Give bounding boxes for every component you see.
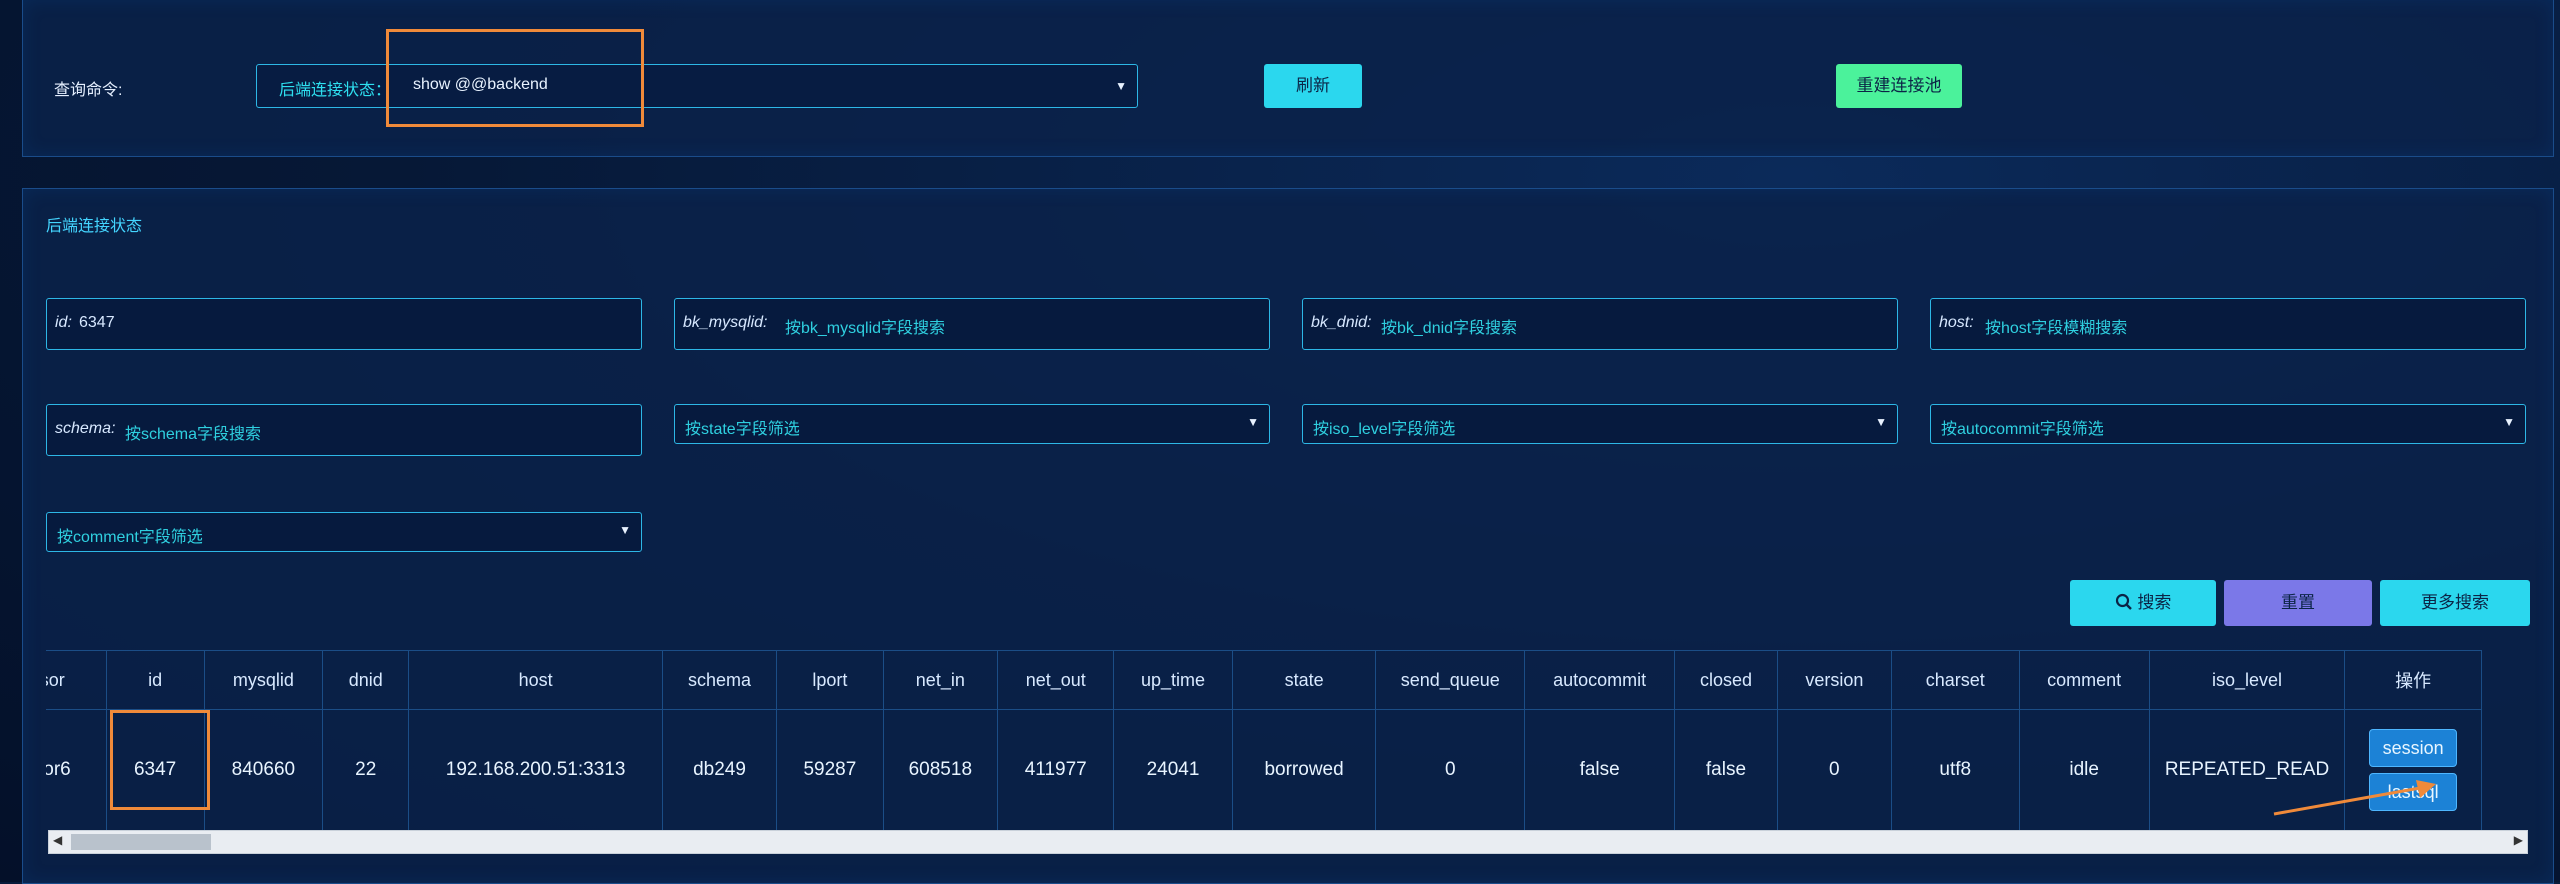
chevron-down-icon: ▼ — [1247, 415, 1259, 429]
refresh-button[interactable]: 刷新 — [1264, 64, 1362, 108]
table-header-row: sor id mysqlid dnid host schema lport ne… — [46, 650, 2482, 710]
autocommit-filter-select[interactable]: 按autocommit字段筛选 ▼ — [1930, 404, 2526, 444]
col-header[interactable]: autocommit — [1524, 650, 1676, 710]
col-header[interactable]: comment — [2018, 650, 2150, 710]
col-header[interactable]: iso_level — [2148, 650, 2346, 710]
session-button[interactable]: session — [2369, 729, 2458, 767]
search-button[interactable]: 搜索 — [2070, 580, 2216, 626]
cell-closed: false — [1674, 709, 1778, 830]
scroll-left-icon[interactable]: ◀ — [53, 833, 62, 847]
cell-charset: utf8 — [1890, 709, 2020, 830]
backend-table: sor id mysqlid dnid host schema lport ne… — [46, 650, 2482, 830]
schema-filter-placeholder: 按schema字段搜索 — [125, 426, 262, 443]
comment-filter-select[interactable]: 按comment字段筛选 ▼ — [46, 512, 642, 552]
bk-dnid-filter-input[interactable]: bk_dnid: 按bk_dnid字段搜索 — [1302, 298, 1898, 350]
autocommit-filter-placeholder: 按autocommit字段筛选 — [1941, 421, 2104, 438]
cell-sor: sor6 — [46, 709, 107, 830]
col-header[interactable]: id — [105, 650, 205, 710]
cell-schema: db249 — [661, 709, 778, 830]
more-search-button[interactable]: 更多搜索 — [2380, 580, 2530, 626]
search-button-label: 搜索 — [2137, 593, 2172, 612]
cell-net-out: 411977 — [997, 709, 1115, 830]
search-icon — [2115, 593, 2132, 610]
iso-level-filter-select[interactable]: 按iso_level字段筛选 ▼ — [1302, 404, 1898, 444]
query-select-prefix: 后端连接状态： — [279, 82, 392, 99]
section-title: 后端连接状态 — [46, 218, 143, 235]
host-filter-input[interactable]: host: 按host字段模糊搜索 — [1930, 298, 2526, 350]
backend-table-viewport[interactable]: sor id mysqlid dnid host schema lport ne… — [46, 650, 2530, 830]
col-header[interactable]: sor — [46, 650, 107, 710]
id-filter-key: id: — [55, 314, 72, 331]
col-header[interactable]: version — [1776, 650, 1892, 710]
reset-button[interactable]: 重置 — [2224, 580, 2372, 626]
id-filter-value: 6347 — [79, 314, 115, 331]
cell-dnid: 22 — [322, 709, 410, 830]
rebuild-pool-button[interactable]: 重建连接池 — [1836, 64, 1962, 108]
id-filter-input[interactable]: id: 6347 — [46, 298, 642, 350]
annotation-highlight-id — [110, 710, 210, 810]
chevron-down-icon: ▼ — [619, 523, 631, 537]
chevron-down-icon: ▼ — [1875, 415, 1887, 429]
cell-net-in: 608518 — [882, 709, 999, 830]
state-filter-placeholder: 按state字段筛选 — [685, 421, 800, 438]
col-header[interactable]: net_out — [997, 650, 1115, 710]
col-header[interactable]: charset — [1890, 650, 2020, 710]
cell-state: borrowed — [1231, 709, 1377, 830]
state-filter-select[interactable]: 按state字段筛选 ▼ — [674, 404, 1270, 444]
cell-comment: idle — [2018, 709, 2150, 830]
col-header[interactable]: state — [1231, 650, 1377, 710]
bk-mysqlid-filter-placeholder: 按bk_mysqlid字段搜索 — [785, 320, 946, 337]
col-header[interactable]: up_time — [1113, 650, 1233, 710]
cell-mysqlid: 840660 — [203, 709, 324, 830]
iso-level-filter-placeholder: 按iso_level字段筛选 — [1313, 421, 1456, 438]
cell-host: 192.168.200.51:3313 — [408, 709, 663, 830]
cell-up-time: 24041 — [1113, 709, 1233, 830]
scroll-right-icon[interactable]: ▶ — [2514, 833, 2523, 847]
col-header[interactable]: lport — [776, 650, 884, 710]
horizontal-scrollbar[interactable]: ◀ ▶ — [48, 830, 2528, 854]
bk-dnid-filter-placeholder: 按bk_dnid字段搜索 — [1381, 320, 1518, 337]
col-header[interactable]: send_queue — [1375, 650, 1526, 710]
schema-filter-key: schema: — [55, 420, 116, 437]
scrollbar-thumb[interactable] — [71, 834, 211, 850]
schema-filter-input[interactable]: schema: 按schema字段搜索 — [46, 404, 642, 456]
col-header[interactable]: mysqlid — [203, 650, 324, 710]
bk-dnid-filter-key: bk_dnid: — [1311, 314, 1372, 331]
col-header[interactable]: closed — [1674, 650, 1778, 710]
host-filter-key: host: — [1939, 314, 1974, 331]
col-header[interactable]: net_in — [882, 650, 999, 710]
col-header[interactable]: schema — [661, 650, 778, 710]
bk-mysqlid-filter-input[interactable]: bk_mysqlid: 按bk_mysqlid字段搜索 — [674, 298, 1270, 350]
cell-send-queue: 0 — [1375, 709, 1526, 830]
cell-lport: 59287 — [776, 709, 884, 830]
annotation-highlight-command — [386, 29, 644, 127]
comment-filter-placeholder: 按comment字段筛选 — [57, 529, 203, 546]
cell-autocommit: false — [1524, 709, 1676, 830]
chevron-down-icon: ▼ — [1115, 79, 1127, 93]
col-header[interactable]: dnid — [322, 650, 410, 710]
cell-version: 0 — [1776, 709, 1892, 830]
annotation-arrow-icon — [2273, 780, 2436, 816]
col-header[interactable]: host — [408, 650, 663, 710]
query-command-label: 查询命令: — [54, 82, 123, 99]
chevron-down-icon: ▼ — [2503, 415, 2515, 429]
table-row: sor6 6347 840660 22 192.168.200.51:3313 … — [46, 709, 2482, 830]
col-header: 操作 — [2344, 650, 2482, 710]
host-filter-placeholder: 按host字段模糊搜索 — [1985, 320, 2128, 337]
bk-mysqlid-filter-key: bk_mysqlid: — [683, 314, 768, 331]
